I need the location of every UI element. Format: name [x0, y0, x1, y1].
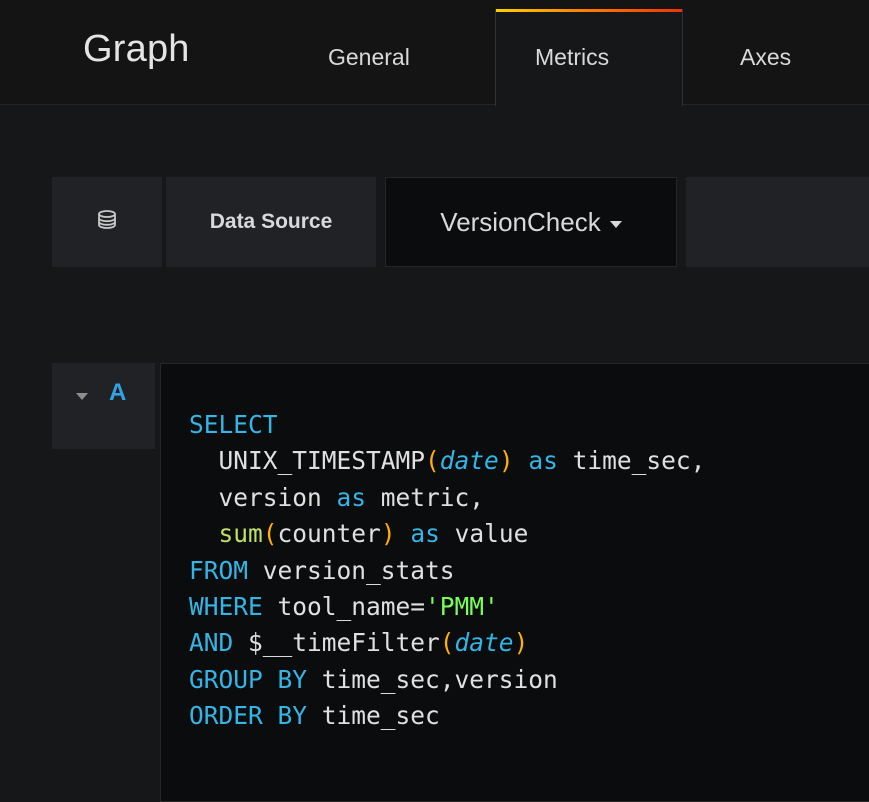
code-token: counter [277, 519, 381, 549]
code-token: time_sec, [557, 446, 706, 476]
tab-metrics[interactable]: Metrics [535, 44, 609, 71]
tab-general[interactable]: General [328, 44, 410, 71]
code-token: WHERE [189, 592, 263, 622]
code-token: tool_name= [262, 592, 426, 622]
code-line: FROM version_stats [189, 553, 705, 589]
code-token: as [410, 519, 440, 549]
code-token: ( [262, 519, 278, 549]
code-token: ( [439, 628, 455, 658]
code-token: UNIX_TIMESTAMP [218, 446, 426, 476]
code-token: sum [218, 519, 263, 549]
caret-down-icon [609, 220, 622, 228]
code-line: GROUP BY time_sec,version [189, 662, 705, 698]
code-token: $__timeFilter [233, 628, 440, 658]
code-token: ( [425, 446, 440, 476]
tab-axes[interactable]: Axes [740, 44, 791, 71]
code-line: version as metric, [189, 480, 705, 516]
code-line: sum(counter) as value [189, 516, 705, 552]
code-line: ORDER BY time_sec [189, 698, 705, 734]
panel-editor-header: Graph General Metrics Axes [0, 0, 869, 106]
code-token: as [336, 482, 367, 512]
code-token: date [454, 628, 514, 658]
datasource-select[interactable]: VersionCheck [385, 177, 677, 267]
code-token: version_stats [248, 555, 455, 585]
code-token: FROM [189, 555, 249, 585]
code-line: SELECT [189, 407, 705, 443]
collapse-caret-icon[interactable] [76, 393, 88, 400]
code-token: ) [380, 519, 396, 549]
code-line: WHERE tool_name='PMM' [189, 589, 705, 625]
code-token: date [439, 446, 499, 476]
code-line: UNIX_TIMESTAMP(date) as time_sec, [189, 443, 706, 479]
datasource-icon-box [52, 177, 162, 267]
code-token: SELECT [189, 410, 278, 439]
datasource-row: Data Source VersionCheck [0, 177, 869, 267]
sql-query-editor[interactable]: SELECT UNIX_TIMESTAMP(date) as time_sec,… [160, 363, 869, 802]
code-token: ) [498, 446, 514, 476]
datasource-selected-value: VersionCheck [440, 206, 601, 237]
datasource-label: Data Source [166, 177, 376, 267]
code-token: value [439, 519, 529, 549]
code-line: AND $__timeFilter(date) [189, 625, 705, 661]
code-token: time_sec,version [307, 664, 558, 694]
code-token: GROUP BY [189, 664, 308, 694]
panel-title: Graph [83, 28, 190, 70]
database-icon [96, 209, 118, 236]
code-token: time_sec [307, 701, 440, 731]
code-token: ORDER BY [189, 701, 308, 731]
code-token: metric, [366, 482, 485, 512]
code-token: AND [189, 628, 234, 658]
sql-code: SELECT UNIX_TIMESTAMP(date) as time_sec,… [189, 407, 705, 735]
query-header[interactable]: A [52, 363, 155, 449]
query-ref-id: A [109, 379, 127, 406]
metrics-tab-content: Data Source VersionCheck A SELECT UNIX_T… [0, 105, 869, 802]
code-token: 'PMM' [425, 592, 499, 622]
code-token: version [189, 482, 337, 512]
code-token: as [528, 446, 558, 476]
datasource-row-filler [686, 177, 869, 267]
code-token: ) [513, 628, 529, 658]
query-row-a: A SELECT UNIX_TIMESTAMP(date) as time_se… [0, 363, 869, 802]
